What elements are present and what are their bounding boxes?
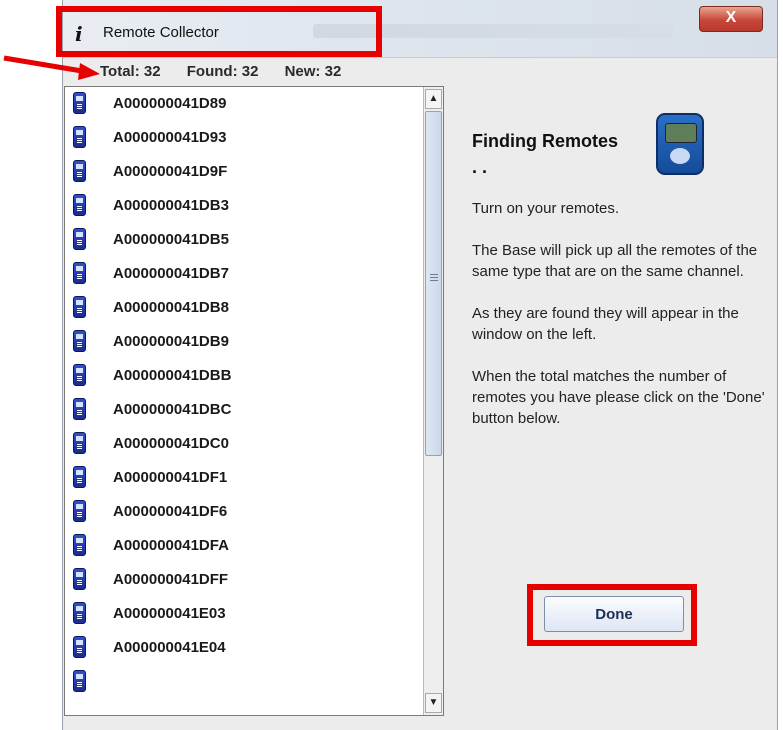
list-item[interactable]: A000000041DB9 [65, 325, 423, 359]
remote-icon [73, 262, 86, 284]
list-item[interactable]: A000000041E04 [65, 631, 423, 665]
list-item[interactable]: A000000041DB8 [65, 291, 423, 325]
list-item[interactable]: A000000041DBB [65, 359, 423, 393]
remote-id: A000000041D93 [113, 129, 227, 146]
remote-icon [73, 534, 86, 556]
remote-icon [73, 602, 86, 624]
new-count: New: 32 [284, 63, 342, 80]
remote-id: A000000041D89 [113, 95, 227, 112]
instruction-paragraph: When the total matches the number of rem… [472, 368, 765, 427]
done-button[interactable]: Done [544, 596, 684, 632]
remote-icon [73, 466, 86, 488]
instructions: Turn on your remotes. The Base will pick… [472, 198, 772, 450]
remote-id: A000000041DF1 [113, 469, 228, 486]
remote-icon [73, 432, 86, 454]
base-screen [665, 123, 697, 143]
remote-id: A000000041DFA [113, 537, 229, 554]
remote-icon [73, 296, 86, 318]
remote-id: A000000041DF6 [113, 503, 228, 520]
close-button[interactable]: X [699, 6, 763, 32]
remote-icon [73, 398, 86, 420]
remote-icon [73, 568, 86, 590]
remote-icon [73, 670, 86, 692]
list-item[interactable]: A000000041D93 [65, 121, 423, 155]
remote-id: A000000041E03 [113, 605, 226, 622]
remote-id: A000000041E04 [113, 639, 226, 656]
remote-icon [73, 126, 86, 148]
instruction-paragraph: The Base will pick up all the remotes of… [472, 242, 758, 280]
remote-id: A000000041DBC [113, 401, 232, 418]
scroll-thumb[interactable] [425, 111, 442, 456]
list-item[interactable]: A000000041DFA [65, 529, 423, 563]
finding-remotes-heading: Finding Remotes . . [472, 131, 619, 177]
list-item[interactable]: A000000041DB5 [65, 223, 423, 257]
total-count: Total: 32 [100, 63, 161, 80]
list-item[interactable]: A000000041DBC [65, 393, 423, 427]
arrow-up-icon: ▲ [428, 93, 439, 104]
instruction-paragraph: As they are found they will appear in th… [472, 305, 739, 343]
instruction-paragraph: Turn on your remotes. [472, 200, 620, 217]
list-item-partial[interactable] [65, 665, 423, 699]
remote-id: A000000041DB3 [113, 197, 229, 214]
list-item[interactable]: A000000041DFF [65, 563, 423, 597]
red-arrow-icon [3, 55, 100, 80]
remote-id: A000000041DC0 [113, 435, 229, 452]
scroll-down-button[interactable]: ▼ [425, 693, 442, 713]
list-item[interactable]: A000000041D9F [65, 155, 423, 189]
remote-id: A000000041DB9 [113, 333, 229, 350]
list-item[interactable]: A000000041DF6 [65, 495, 423, 529]
list-item[interactable]: A000000041DC0 [65, 427, 423, 461]
list-scrollbar[interactable]: ▲ ▼ [423, 87, 443, 715]
remote-icon [73, 160, 86, 182]
grip-icon [430, 274, 438, 282]
title-highlight-box [56, 6, 382, 57]
remote-id: A000000041DBB [113, 367, 232, 384]
scroll-up-button[interactable]: ▲ [425, 89, 442, 109]
list-item[interactable]: A000000041DB7 [65, 257, 423, 291]
remote-icon [73, 636, 86, 658]
remote-icon [73, 92, 86, 114]
list-item[interactable]: A000000041D89 [65, 87, 423, 121]
remote-icon [73, 194, 86, 216]
base-station-icon [656, 113, 704, 175]
remote-id: A000000041DB5 [113, 231, 229, 248]
list-item[interactable]: A000000041DB3 [65, 189, 423, 223]
list-item[interactable]: A000000041DF1 [65, 461, 423, 495]
base-pad [670, 148, 690, 164]
remote-id: A000000041D9F [113, 163, 228, 180]
arrow-down-icon: ▼ [428, 697, 439, 708]
remote-id: A000000041DB8 [113, 299, 229, 316]
remote-icon [73, 364, 86, 386]
remote-icon [73, 330, 86, 352]
remote-icon [73, 500, 86, 522]
found-count: Found: 32 [186, 63, 259, 80]
remote-id: A000000041DB7 [113, 265, 229, 282]
remote-icon [73, 228, 86, 250]
remote-list-panel[interactable]: A000000041D89 A000000041D93 A000000041D9… [64, 86, 444, 716]
list-item[interactable]: A000000041E03 [65, 597, 423, 631]
remote-id: A000000041DFF [113, 571, 229, 588]
close-icon: X [725, 9, 737, 26]
remote-list[interactable]: A000000041D89 A000000041D93 A000000041D9… [65, 87, 423, 699]
remote-summary: Total: 32 Found: 32 New: 32 [100, 63, 363, 80]
